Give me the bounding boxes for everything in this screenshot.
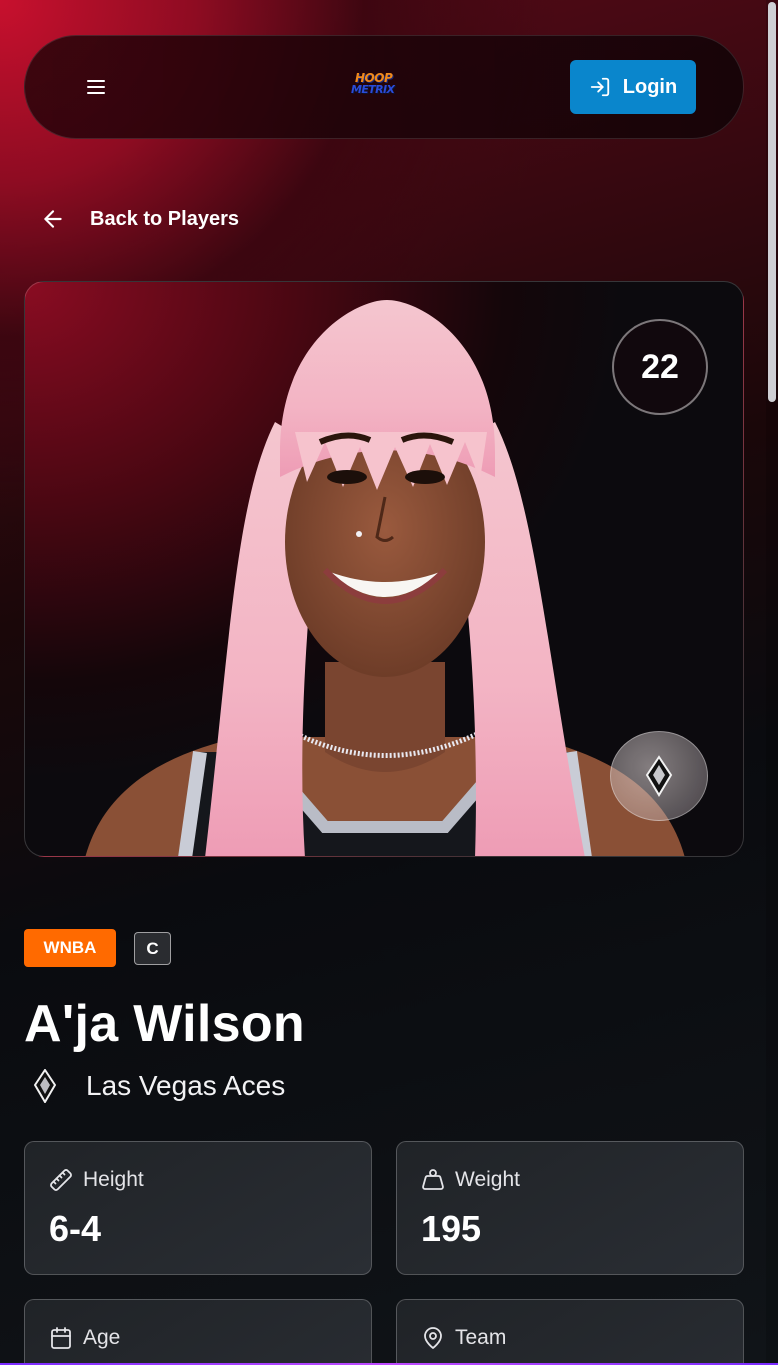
- top-navbar: HOOP METRIX Login: [24, 35, 744, 139]
- team-name: Las Vegas Aces: [86, 1070, 286, 1101]
- weight-icon: [422, 1169, 444, 1190]
- stat-value: 6-4: [49, 1208, 102, 1249]
- back-to-players-link[interactable]: Back to Players: [40, 200, 239, 238]
- jersey-number-badge: 22: [612, 319, 708, 415]
- stat-label: Height: [83, 1168, 144, 1191]
- menu-icon[interactable]: [87, 74, 113, 100]
- logo-text-bottom: METRIX: [351, 83, 395, 96]
- ruler-icon: [50, 1169, 72, 1191]
- back-label: Back to Players: [90, 207, 239, 230]
- stat-card-age: Age: [24, 1299, 372, 1365]
- position-badge: C: [134, 932, 171, 965]
- league-badge: WNBA: [24, 929, 116, 967]
- stat-label: Weight: [455, 1168, 520, 1191]
- team-logo-badge: [610, 731, 708, 821]
- stat-card-height: Height 6-4: [24, 1141, 372, 1275]
- stat-label: Age: [83, 1326, 121, 1349]
- team-row: Las Vegas Aces: [34, 1066, 285, 1106]
- stat-card-weight: Weight 195: [396, 1141, 744, 1275]
- stat-value: 195: [421, 1208, 482, 1249]
- stat-card-team: Team: [396, 1299, 744, 1365]
- arrow-left-icon: [44, 210, 62, 228]
- aces-logo-icon: [645, 755, 673, 797]
- stat-label: Team: [455, 1326, 507, 1349]
- aces-logo-icon: [34, 1069, 56, 1103]
- map-pin-icon: [424, 1327, 442, 1349]
- login-button[interactable]: Login: [570, 60, 696, 114]
- scrollbar-thumb[interactable]: [768, 2, 776, 402]
- player-hero-card: 22: [24, 281, 744, 857]
- login-label: Login: [622, 75, 678, 98]
- player-name: A'ja Wilson: [24, 995, 305, 1053]
- hoopmetrix-logo[interactable]: HOOP METRIX: [351, 72, 399, 102]
- login-icon: [590, 77, 609, 97]
- calendar-icon: [51, 1327, 71, 1349]
- scrollbar[interactable]: [766, 0, 778, 1365]
